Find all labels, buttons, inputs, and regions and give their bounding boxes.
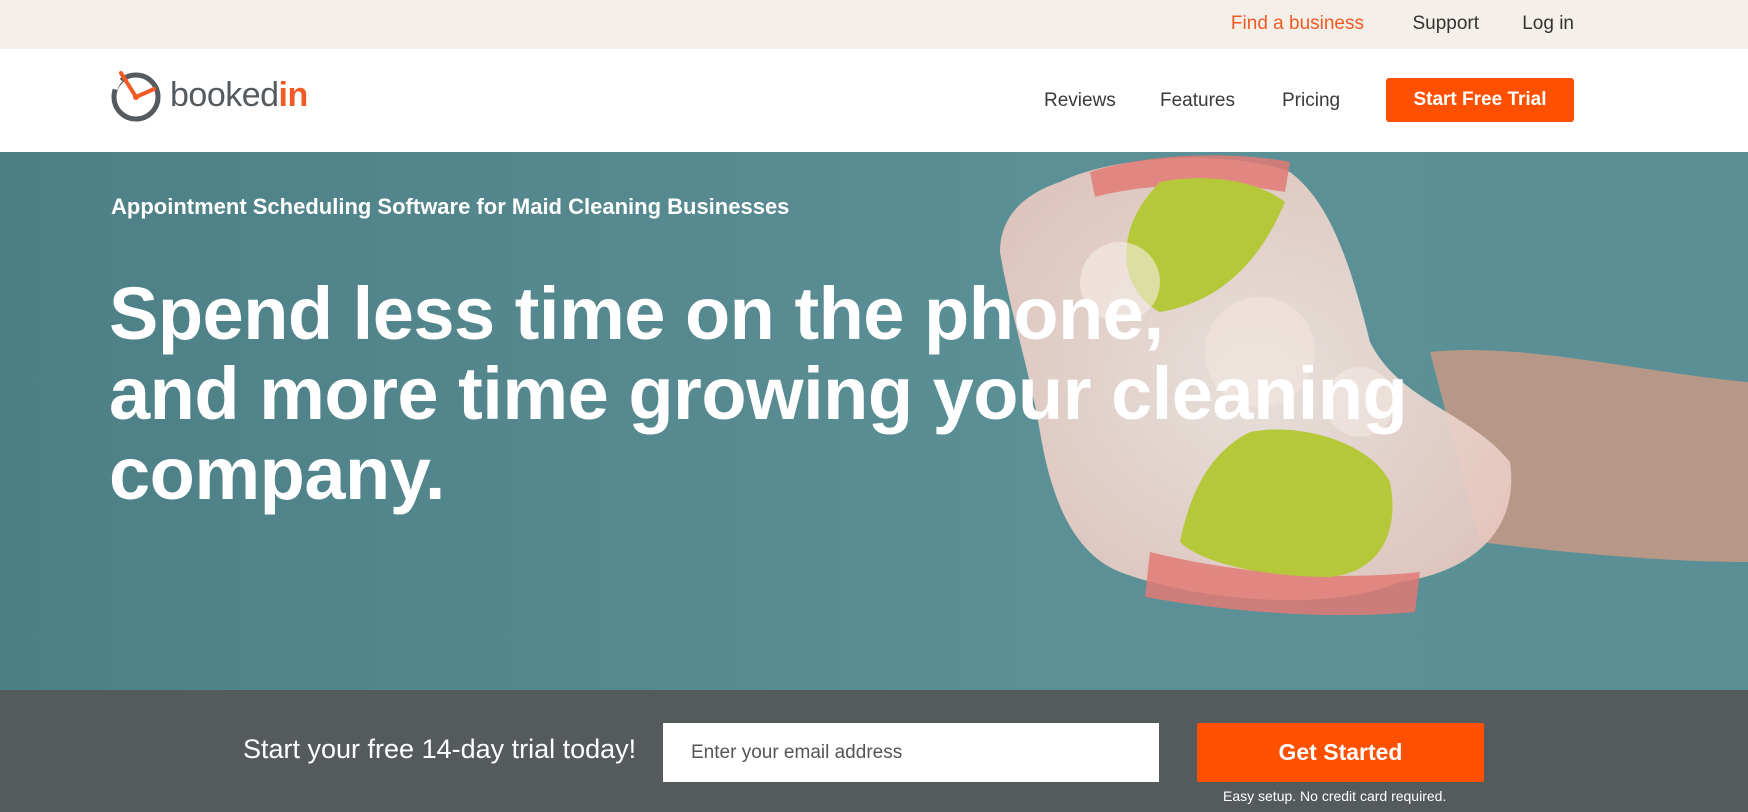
hero-section: Appointment Scheduling Software for Maid… (0, 152, 1748, 690)
hero-eyebrow: Appointment Scheduling Software for Maid… (111, 194, 790, 219)
logo-text-primary: booked (170, 75, 279, 114)
signup-prompt: Start your free 14-day trial today! (243, 734, 637, 764)
login-link[interactable]: Log in (1522, 13, 1574, 35)
hero-headline-line-3: company. (109, 432, 445, 515)
main-nav: bookedin Reviews Features Pricing Start … (0, 49, 1748, 152)
email-input[interactable] (663, 723, 1159, 782)
signup-fine-print: Easy setup. No credit card required. (1223, 788, 1447, 804)
bookedin-logo[interactable]: bookedin (110, 65, 308, 125)
clock-icon (110, 71, 161, 122)
hero-headline-line-2: and more time growing your cleaning (109, 352, 1408, 435)
signup-strip: Start your free 14-day trial today! Get … (0, 690, 1748, 812)
find-business-link[interactable]: Find a business (1231, 13, 1364, 35)
hero-headline: Spend less time on the phone, and more t… (109, 274, 1429, 514)
hero-headline-line-1: Spend less time on the phone, (109, 272, 1164, 355)
support-link[interactable]: Support (1412, 13, 1479, 35)
nav-features[interactable]: Features (1160, 90, 1235, 112)
logo-text-accent: in (278, 75, 309, 114)
logo-wordmark: bookedin (170, 76, 308, 115)
utility-bar: Find a business Support Log in (0, 0, 1748, 49)
nav-pricing[interactable]: Pricing (1282, 90, 1340, 112)
start-free-trial-button[interactable]: Start Free Trial (1386, 78, 1574, 122)
get-started-button[interactable]: Get Started (1197, 723, 1484, 782)
nav-reviews[interactable]: Reviews (1044, 90, 1116, 112)
